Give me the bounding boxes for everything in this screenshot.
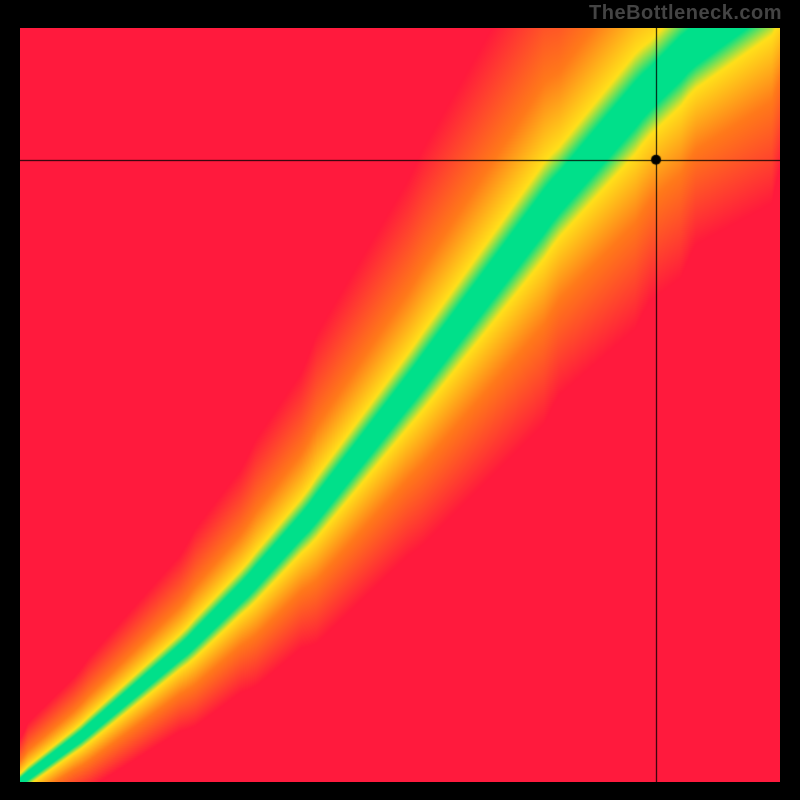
bottleneck-heatmap — [20, 28, 780, 782]
watermark-text: TheBottleneck.com — [589, 2, 782, 25]
plot-area — [20, 28, 780, 782]
chart-frame: TheBottleneck.com — [0, 0, 800, 800]
